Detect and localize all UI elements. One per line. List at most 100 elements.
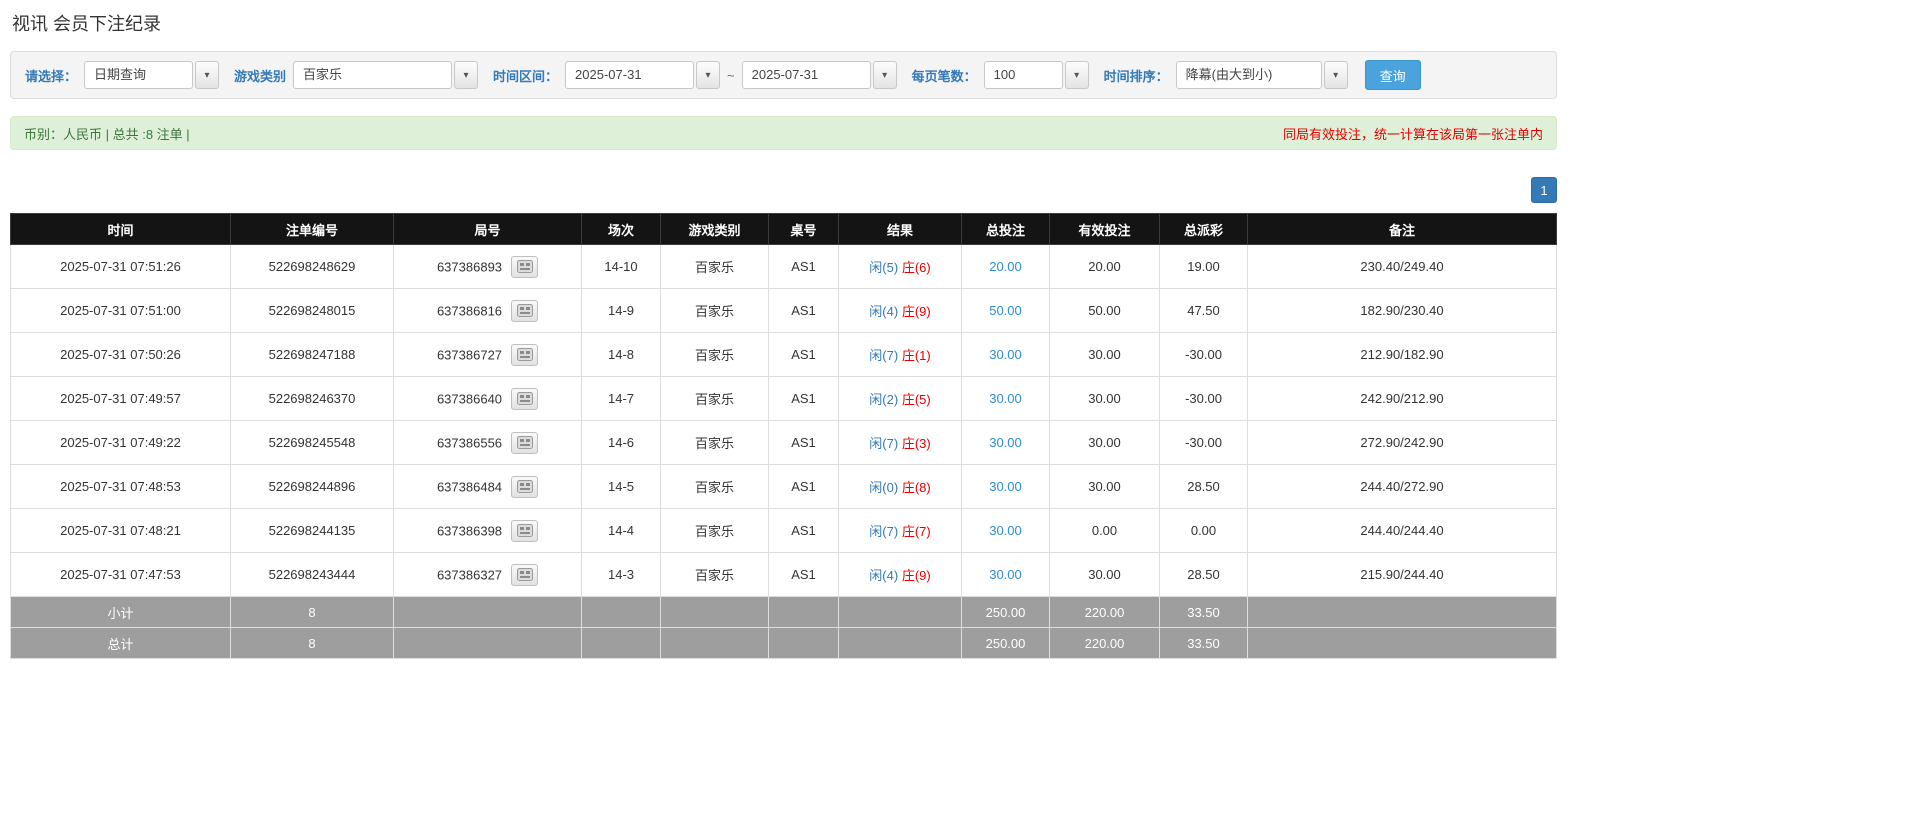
chevron-down-icon[interactable]: ▾ — [1064, 61, 1089, 89]
game-type-select[interactable]: 百家乐 ▾ — [293, 61, 479, 89]
page-size-label: 每页笔数： — [911, 68, 977, 84]
game-type-cell: 百家乐 — [660, 288, 769, 333]
round-record-icon[interactable] — [511, 431, 539, 454]
result-player: 闲(4) — [869, 568, 899, 583]
time-cell: 2025-07-31 07:47:53 — [10, 552, 231, 597]
subtotal-game-type-cell — [660, 596, 769, 628]
sort-label: 时间排序： — [1103, 68, 1169, 84]
round-record-icon[interactable] — [511, 299, 539, 322]
subtotal-valid-bet-cell: 220.00 — [1049, 596, 1160, 628]
chevron-down-icon[interactable]: ▾ — [696, 61, 721, 89]
total-bet-cell: 20.00 — [961, 244, 1050, 289]
page-size-select[interactable]: 100 ▾ — [983, 61, 1089, 89]
chevron-down-icon[interactable]: ▾ — [872, 61, 897, 89]
sort-select[interactable]: 降幕(由大到小) ▾ — [1175, 61, 1348, 89]
result-player: 闲(4) — [869, 304, 899, 319]
subtotal-row: 小计 8 250.00 220.00 33.50 — [10, 596, 1557, 628]
total-bet-link[interactable]: 20.00 — [989, 259, 1022, 274]
total-label-cell: 总计 — [10, 627, 231, 659]
round-number: 637386327 — [436, 567, 503, 582]
total-round-cell — [393, 627, 582, 659]
table-row: 2025-07-31 07:49:57 522698246370 637386640… — [10, 376, 1557, 421]
total-bet-cell: 30.00 — [961, 376, 1050, 421]
total-bet-link[interactable]: 30.00 — [989, 435, 1022, 450]
round-record-icon[interactable] — [511, 563, 539, 586]
game-type-cell: 百家乐 — [660, 244, 769, 289]
bet-id-cell: 522698248629 — [230, 244, 394, 289]
round-record-icon[interactable] — [511, 519, 539, 542]
remark-cell: 242.90/212.90 — [1247, 376, 1557, 421]
subtotal-count-cell: 8 — [230, 596, 394, 628]
total-bet-link[interactable]: 30.00 — [989, 523, 1022, 538]
date-to-select[interactable]: 2025-07-31 ▾ — [741, 61, 897, 89]
total-bet-link[interactable]: 30.00 — [989, 347, 1022, 362]
time-cell: 2025-07-31 07:50:26 — [10, 332, 231, 377]
column-header: 时间 — [10, 213, 231, 245]
game-type-cell: 百家乐 — [660, 508, 769, 553]
date-to-value: 2025-07-31 — [741, 61, 871, 89]
table-row: 2025-07-31 07:49:22 522698245548 637386556… — [10, 420, 1557, 465]
page-button-1[interactable]: 1 — [1531, 177, 1557, 203]
result-banker: 庄(5) — [901, 392, 931, 407]
column-header: 注单编号 — [230, 213, 394, 245]
game-type-cell: 百家乐 — [660, 464, 769, 509]
result-banker: 庄(9) — [901, 304, 931, 319]
round-record-icon[interactable] — [511, 475, 539, 498]
query-type-select[interactable]: 日期查询 ▾ — [84, 61, 220, 89]
game-type-label: 游戏类别 — [234, 68, 287, 84]
table-body: 2025-07-31 07:51:26 522698248629 637386893… — [10, 244, 1557, 659]
round-record-icon[interactable] — [511, 387, 539, 410]
bet-id-cell: 522698243444 — [230, 552, 394, 597]
total-bet-cell: 30.00 — [961, 420, 1050, 465]
round-number: 637386640 — [436, 391, 503, 406]
round-cell: 637386893 — [393, 244, 582, 289]
valid-bet-cell: 20.00 — [1049, 244, 1160, 289]
column-header: 总派彩 — [1159, 213, 1248, 245]
total-valid-bet-cell: 220.00 — [1049, 627, 1160, 659]
chevron-down-icon[interactable]: ▾ — [1323, 61, 1348, 89]
payout-cell: -30.00 — [1159, 332, 1248, 377]
time-cell: 2025-07-31 07:48:21 — [10, 508, 231, 553]
session-cell: 14-8 — [581, 332, 661, 377]
result-player: 闲(0) — [869, 480, 899, 495]
result-player: 闲(7) — [869, 524, 899, 539]
round-cell: 637386484 — [393, 464, 582, 509]
time-cell: 2025-07-31 07:49:57 — [10, 376, 231, 421]
total-bet-link[interactable]: 30.00 — [989, 567, 1022, 582]
chevron-down-icon[interactable]: ▾ — [454, 61, 479, 89]
result-player: 闲(5) — [869, 260, 899, 275]
total-game-type-cell — [660, 627, 769, 659]
total-bet-link[interactable]: 50.00 — [989, 303, 1022, 318]
total-bet-link[interactable]: 30.00 — [989, 391, 1022, 406]
result-banker: 庄(3) — [901, 436, 931, 451]
table-no-cell: AS1 — [768, 288, 839, 333]
session-cell: 14-6 — [581, 420, 661, 465]
round-record-icon[interactable] — [511, 255, 539, 278]
date-from-select[interactable]: 2025-07-31 ▾ — [565, 61, 721, 89]
table-row: 2025-07-31 07:51:00 522698248015 637386816… — [10, 288, 1557, 333]
round-cell: 637386556 — [393, 420, 582, 465]
round-record-icon[interactable] — [511, 343, 539, 366]
result-player: 闲(7) — [869, 348, 899, 363]
total-bet-link[interactable]: 30.00 — [989, 479, 1022, 494]
table-no-cell: AS1 — [768, 244, 839, 289]
remark-cell: 230.40/249.40 — [1247, 244, 1557, 289]
valid-bet-cell: 0.00 — [1049, 508, 1160, 553]
query-type-label: 请选择： — [25, 68, 78, 84]
remark-cell: 182.90/230.40 — [1247, 288, 1557, 333]
table-no-cell: AS1 — [768, 376, 839, 421]
game-type-cell: 百家乐 — [660, 332, 769, 377]
session-cell: 14-10 — [581, 244, 661, 289]
session-cell: 14-4 — [581, 508, 661, 553]
table-row: 2025-07-31 07:48:21 522698244135 637386398… — [10, 508, 1557, 553]
subtotal-label-cell: 小计 — [10, 596, 231, 628]
bet-id-cell: 522698248015 — [230, 288, 394, 333]
chevron-down-icon[interactable]: ▾ — [195, 61, 220, 89]
search-button[interactable]: 查询 — [1364, 60, 1421, 90]
bet-id-cell: 522698244896 — [230, 464, 394, 509]
round-cell: 637386816 — [393, 288, 582, 333]
payout-cell: 28.50 — [1159, 552, 1248, 597]
page: 视讯 会员下注纪录 请选择： 日期查询 ▾ 游戏类别 百家乐 ▾ 时间区间： 2… — [10, 10, 1557, 659]
table-header-row: 时间 注单编号 局号 场次 游戏类别 桌号 结果 总投注 有效投注 总派彩 备注 — [10, 213, 1557, 245]
table-no-cell: AS1 — [768, 420, 839, 465]
